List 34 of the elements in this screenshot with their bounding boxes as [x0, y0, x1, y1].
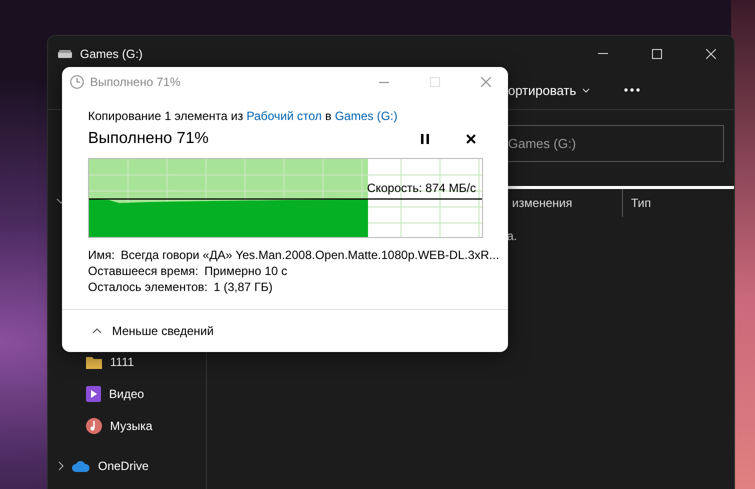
detail-value: 1 (3,87 ГБ) [214, 279, 273, 295]
column-header[interactable]: изменения [512, 196, 572, 210]
chevron-down-icon[interactable] [582, 88, 590, 92]
detail-value: Всегда говори «ДА» Yes.Man.2008.Open.Matte.1080p.WEB-DL.3xR... [120, 247, 500, 263]
sidebar-item[interactable]: OneDrive [98, 459, 149, 473]
clock-icon [70, 75, 84, 89]
close-icon [466, 134, 476, 144]
pause-icon [421, 134, 429, 144]
speed-label: Скорость: 874 МБ/с [366, 181, 476, 195]
empty-folder-text: а. [507, 229, 518, 243]
detail-label: Имя: [88, 247, 115, 263]
cloud-icon [72, 460, 90, 472]
copy-description: Копирование 1 элемента из Рабочий стол в Games (G:) [88, 108, 399, 124]
folder-link[interactable]: Games (G:) [334, 109, 398, 123]
video-icon [86, 386, 101, 402]
sidebar-item[interactable]: Видео [109, 387, 144, 401]
details-toggle[interactable]: Меньше сведений [88, 322, 218, 340]
chevron-right-icon[interactable] [58, 461, 64, 471]
column-header[interactable]: Тип [623, 196, 652, 210]
drive-icon [58, 50, 72, 58]
chevron-up-icon [92, 328, 102, 334]
window-title: Games (G:) [80, 46, 143, 60]
detail-label: Осталось элементов: [88, 279, 208, 295]
sort-button[interactable]: ортировать [508, 82, 576, 98]
detail-value: Примерно 10 с [204, 263, 288, 279]
sidebar-item[interactable]: Музыка [110, 419, 152, 433]
music-note-icon [86, 418, 102, 434]
progress-heading: Выполнено 71% [88, 130, 210, 148]
folder-link[interactable]: Рабочий стол [246, 109, 322, 123]
sidebar-item[interactable]: 1111 [110, 355, 134, 369]
detail-label: Оставшееся время: [88, 263, 198, 279]
more-icon[interactable] [624, 88, 640, 92]
folder-icon [86, 356, 102, 368]
dialog-title: Выполнено 71% [90, 75, 180, 89]
